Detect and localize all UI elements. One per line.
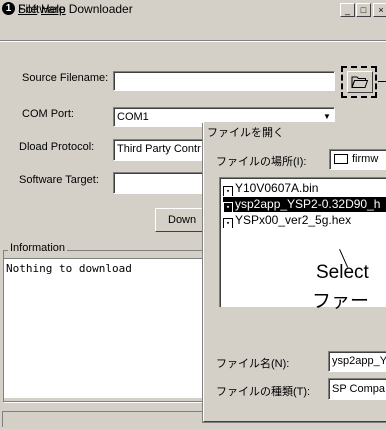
list-item-selected[interactable]: ▪ ysp2app_YSP2-0.32D90_h xyxy=(223,197,386,212)
app-icon: 1 xyxy=(2,2,15,15)
browse-button[interactable] xyxy=(347,71,373,93)
file-icon: ▪ xyxy=(223,202,233,212)
filename-input[interactable]: ysp2app_Y xyxy=(328,351,386,372)
look-in-value: firmw xyxy=(352,153,379,165)
annotation-text-line1: Select xyxy=(316,262,369,283)
file-name: YSPx00_ver2_5g.hex xyxy=(235,213,352,227)
maximize-button[interactable]: □ xyxy=(356,3,371,17)
filetype-select[interactable]: SP Compa xyxy=(328,378,386,400)
menu-file[interactable]: File xyxy=(18,2,37,16)
folder-icon xyxy=(334,154,348,164)
source-filename-label: Source Filename: xyxy=(22,72,109,84)
file-icon: ▪ xyxy=(223,186,233,196)
file-name: ysp2app_YSP2-0.32D90_h xyxy=(235,197,381,211)
download-protocol-label: Dload Protocol: xyxy=(19,141,95,153)
menu-help-label: Help xyxy=(41,2,66,16)
look-in-label: ファイルの場所(I): xyxy=(216,156,307,168)
menu-file-label: File xyxy=(18,2,38,16)
filetype-label: ファイルの種類(T): xyxy=(216,386,311,398)
file-icon: ▪ xyxy=(223,218,233,228)
menu-separator xyxy=(0,40,386,42)
file-name: Y10V0607A.bin xyxy=(235,181,319,195)
folder-open-icon xyxy=(351,76,369,88)
list-item[interactable]: ▪ YSPx00_ver2_5g.hex xyxy=(223,213,386,228)
information-legend: Information xyxy=(8,242,68,254)
callout-leader-line xyxy=(378,81,386,82)
source-filename-input[interactable] xyxy=(113,71,335,91)
software-target-label: Software Target: xyxy=(19,174,99,186)
close-button[interactable]: × xyxy=(373,3,386,17)
menu-help[interactable]: Help xyxy=(41,2,66,16)
dialog-title: ファイルを開く xyxy=(207,127,284,139)
annotation-text-line2: ファー xyxy=(312,291,370,312)
com-port-label: COM Port: xyxy=(22,108,74,120)
minimize-button[interactable]: _ xyxy=(340,3,355,17)
list-item[interactable]: ▪ Y10V0607A.bin xyxy=(223,181,386,196)
filename-label: ファイル名(N): xyxy=(216,358,290,370)
menu-bar xyxy=(0,19,386,37)
